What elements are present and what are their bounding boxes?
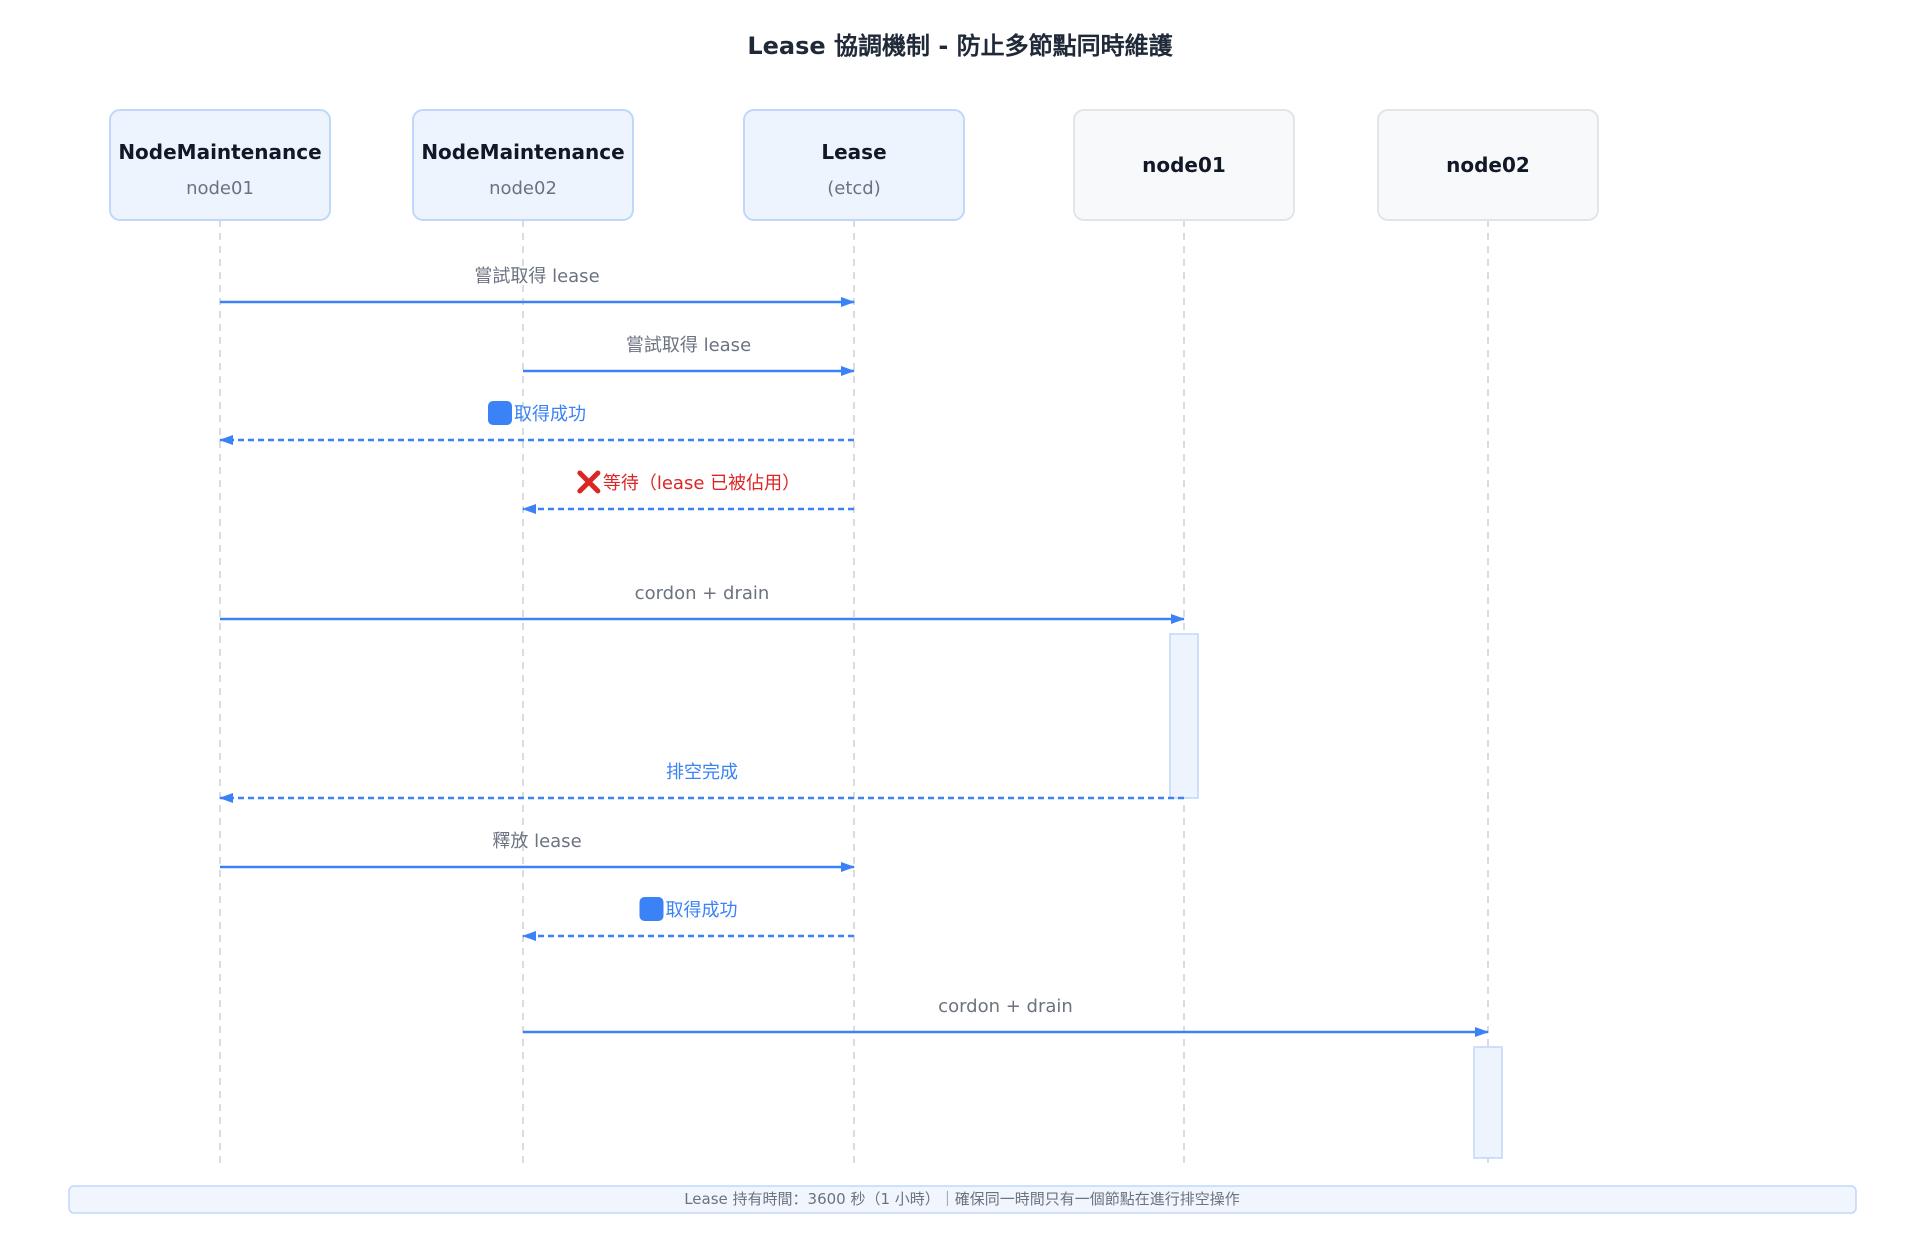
message-6: 排空完成 [219, 762, 1184, 803]
participant-title: node02 [1446, 153, 1530, 177]
diagram-title: Lease 協調機制 - 防止多節點同時維護 [747, 32, 1173, 60]
footer-note: Lease 持有時間：3600 秒（1 小時）｜確保同一時間只有一個節點在進行排… [68, 1185, 1857, 1214]
message-label: 取得成功 [514, 404, 586, 425]
participant-box [412, 109, 634, 221]
message-label: cordon + drain [635, 583, 770, 604]
participant-node01: node01 [1073, 109, 1295, 221]
message-7: 釋放 lease [220, 831, 855, 872]
message-5: cordon + drain [220, 583, 1185, 624]
blue-square-icon [639, 897, 664, 921]
participant-nm1: NodeMaintenance node01 [109, 109, 331, 221]
participant-nm2: NodeMaintenance node02 [412, 109, 634, 221]
message-label: 取得成功 [666, 900, 738, 921]
message-2: 嘗試取得 lease [523, 335, 855, 376]
participant-box [743, 109, 965, 221]
message-label: 排空完成 [666, 762, 738, 783]
activation-bars [1169, 633, 1503, 1159]
message-label: 釋放 lease [492, 831, 581, 852]
message-label: 嘗試取得 lease [474, 266, 599, 287]
message-label: 嘗試取得 lease [626, 335, 751, 356]
message-label: cordon + drain [938, 996, 1073, 1017]
participant-title: node01 [1142, 153, 1226, 177]
participant-title: NodeMaintenance [421, 140, 624, 164]
participants: NodeMaintenance node01 NodeMaintenance node… [109, 109, 1599, 221]
message-8: 取得成功 [522, 897, 854, 941]
participant-subtitle: (etcd) [827, 178, 881, 199]
activation-bar-node02 [1473, 1046, 1503, 1159]
participant-title: NodeMaintenance [118, 140, 321, 164]
message-1: 嘗試取得 lease [220, 266, 855, 307]
participant-subtitle: node02 [489, 178, 557, 199]
participant-node02: node02 [1377, 109, 1599, 221]
cross-mark-icon [577, 470, 601, 494]
message-3: 取得成功 [219, 401, 854, 445]
blue-square-icon [488, 401, 512, 425]
sequence-diagram: Lease 協調機制 - 防止多節點同時維護 NodeMaintenance no… [68, 32, 1857, 1214]
participant-lease: Lease (etcd) [743, 109, 965, 221]
lifelines [219, 220, 1489, 1165]
message-9: cordon + drain [523, 996, 1489, 1037]
message-4: 等待（lease 已被佔用） [522, 470, 854, 514]
activation-bar-node01 [1169, 633, 1199, 799]
participant-box [109, 109, 331, 221]
footer-text: Lease 持有時間：3600 秒（1 小時）｜確保同一時間只有一個節點在進行排… [684, 1190, 1240, 1208]
participant-title: Lease [821, 140, 886, 164]
participant-subtitle: node01 [186, 178, 254, 199]
message-label: 等待（lease 已被佔用） [603, 473, 800, 494]
